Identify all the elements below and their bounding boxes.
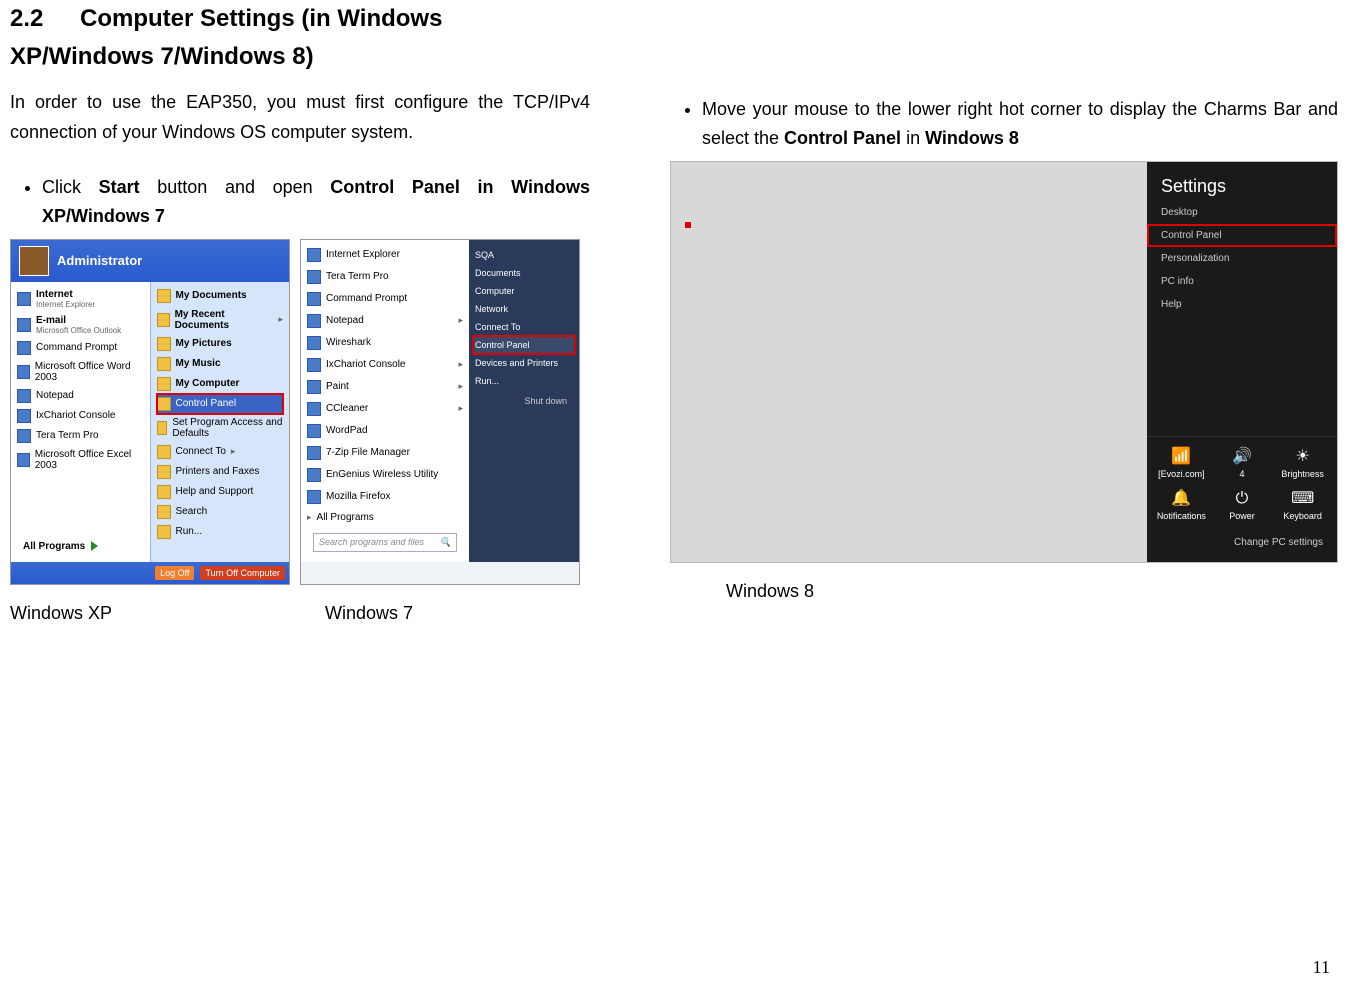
caption-winxp: Windows XP xyxy=(10,603,325,624)
w8-power-control[interactable]: ⏻Power xyxy=(1214,487,1271,525)
win7-start-menu: Internet Explorer Tera Term Pro Command … xyxy=(300,239,580,585)
w7-shutdown-button[interactable]: Shut down xyxy=(477,394,571,408)
screenshots-row: Administrator InternetInternet Explorer … xyxy=(10,239,590,585)
w8-change-pc-settings[interactable]: Change PC settings xyxy=(1147,529,1337,562)
w8-link-pcinfo[interactable]: PC info xyxy=(1147,270,1337,293)
w8-notifications-control[interactable]: 🔔Notifications xyxy=(1153,487,1210,525)
xp-all-programs[interactable]: All Programs xyxy=(17,535,144,558)
intro-paragraph: In order to use the EAP350, you must fir… xyxy=(10,87,590,148)
caption-win8: Windows 8 xyxy=(726,581,1338,602)
winxp-start-menu: Administrator InternetInternet Explorer … xyxy=(10,239,290,585)
w8-link-desktop[interactable]: Desktop xyxy=(1147,201,1337,224)
chevron-right-icon xyxy=(91,541,98,551)
win8-desktop-area xyxy=(671,162,1147,562)
avatar-icon xyxy=(19,246,49,276)
w8-link-control-panel[interactable]: Control Panel xyxy=(1147,224,1337,247)
brightness-icon: ☀ xyxy=(1274,449,1331,465)
section-heading: 2.2Computer Settings (in Windows XP/Wind… xyxy=(10,0,590,77)
w8-network-control[interactable]: 📶[Evozi.com] xyxy=(1153,445,1210,483)
power-icon: ⏻ xyxy=(1214,491,1271,507)
signal-icon: 📶 xyxy=(1153,449,1210,465)
section-number: 2.2 xyxy=(10,0,80,38)
w8-quick-controls: 📶[Evozi.com] 🔊4 ☀Brightness 🔔Notificatio… xyxy=(1147,436,1337,529)
w8-link-personalization[interactable]: Personalization xyxy=(1147,247,1337,270)
keyboard-icon: ⌨ xyxy=(1274,491,1331,507)
xp-turnoff-button[interactable]: Turn Off Computer xyxy=(200,566,285,580)
w8-keyboard-control[interactable]: ⌨Keyboard xyxy=(1274,487,1331,525)
search-icon: 🔍 xyxy=(440,537,451,548)
right-column: Move your mouse to the lower right hot c… xyxy=(670,0,1338,624)
w7-search-input[interactable]: Search programs and files🔍 xyxy=(313,533,457,552)
page-number: 11 xyxy=(1313,957,1330,978)
speaker-icon: 🔊 xyxy=(1214,449,1271,465)
xp-control-panel-item[interactable]: Control Panel xyxy=(157,394,284,414)
bell-icon: 🔔 xyxy=(1153,491,1210,507)
xp-logoff-button[interactable]: Log Off xyxy=(155,566,194,580)
bullet-xp-win7: Click Start button and open Control Pane… xyxy=(42,173,590,231)
xp-admin-label: Administrator xyxy=(57,253,142,268)
w7-control-panel-item[interactable]: Control Panel xyxy=(473,336,575,354)
win8-screenshot: Settings Desktop Control Panel Personali… xyxy=(670,161,1338,563)
w8-volume-control[interactable]: 🔊4 xyxy=(1214,445,1271,483)
w8-settings-heading: Settings xyxy=(1147,162,1337,201)
caption-win7: Windows 7 xyxy=(325,603,413,624)
win8-settings-charm: Settings Desktop Control Panel Personali… xyxy=(1147,162,1337,562)
left-column: 2.2Computer Settings (in Windows XP/Wind… xyxy=(10,0,590,624)
bullet-win8: Move your mouse to the lower right hot c… xyxy=(702,95,1338,153)
w8-link-help[interactable]: Help xyxy=(1147,293,1337,316)
w8-brightness-control[interactable]: ☀Brightness xyxy=(1274,445,1331,483)
